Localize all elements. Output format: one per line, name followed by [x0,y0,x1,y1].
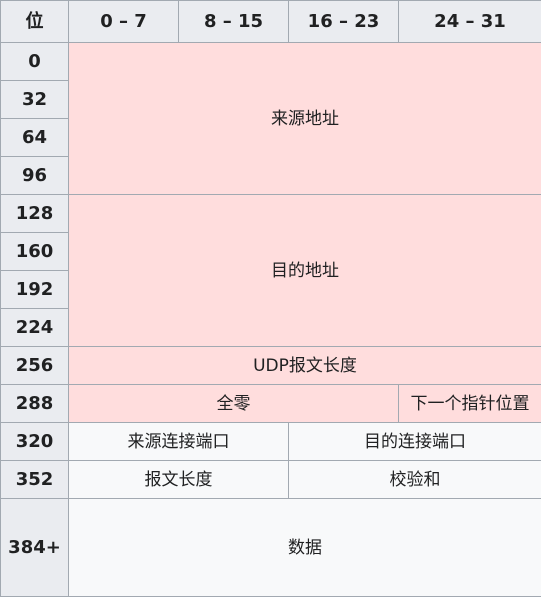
column-header-24-31: 24 – 31 [398,0,541,43]
bit-offset-label: 96 [0,156,69,195]
zeros-field: 全零 [68,384,399,423]
bit-offset-label: 384+ [0,498,69,597]
checksum-field: 校验和 [288,460,541,499]
bit-offset-label: 320 [0,422,69,461]
table-row: 352 报文长度 校验和 [0,460,541,499]
next-header-field: 下一个指针位置 [398,384,541,423]
bit-offset-label: 0 [0,42,69,81]
bit-offset-label: 192 [0,270,69,309]
bit-column-header: 位 [0,0,69,43]
bit-offset-label: 288 [0,384,69,423]
table-row: 0 来源地址 [0,42,541,195]
bit-offset-label: 224 [0,308,69,347]
column-header-8-15: 8 – 15 [178,0,289,43]
bit-offset-label: 352 [0,460,69,499]
bit-offset-label: 32 [0,80,69,119]
source-port-field: 来源连接端口 [68,422,289,461]
table-row: 128 目的地址 [0,194,541,347]
column-header-16-23: 16 – 23 [288,0,399,43]
table-row: 256 UDP报文长度 [0,346,541,385]
destination-address-field: 目的地址 [68,194,541,347]
table-row: 384+ 数据 [0,498,541,597]
length-field: 报文长度 [68,460,289,499]
table-row: 288 全零 下一个指针位置 [0,384,541,423]
data-field: 数据 [68,498,541,597]
column-header-0-7: 0 – 7 [68,0,179,43]
destination-port-field: 目的连接端口 [288,422,541,461]
udp-length-field: UDP报文长度 [68,346,541,385]
table-header-row: 位 0 – 7 8 – 15 16 – 23 24 – 31 [0,0,541,43]
bit-offset-label: 128 [0,194,69,233]
table-row: 320 来源连接端口 目的连接端口 [0,422,541,461]
source-address-field: 来源地址 [68,42,541,195]
bit-offset-label: 160 [0,232,69,271]
bit-offset-label: 64 [0,118,69,157]
bit-offset-label: 256 [0,346,69,385]
udp-ipv6-header-table: 位 0 – 7 8 – 15 16 – 23 24 – 31 0 来源地址 32… [0,0,541,597]
